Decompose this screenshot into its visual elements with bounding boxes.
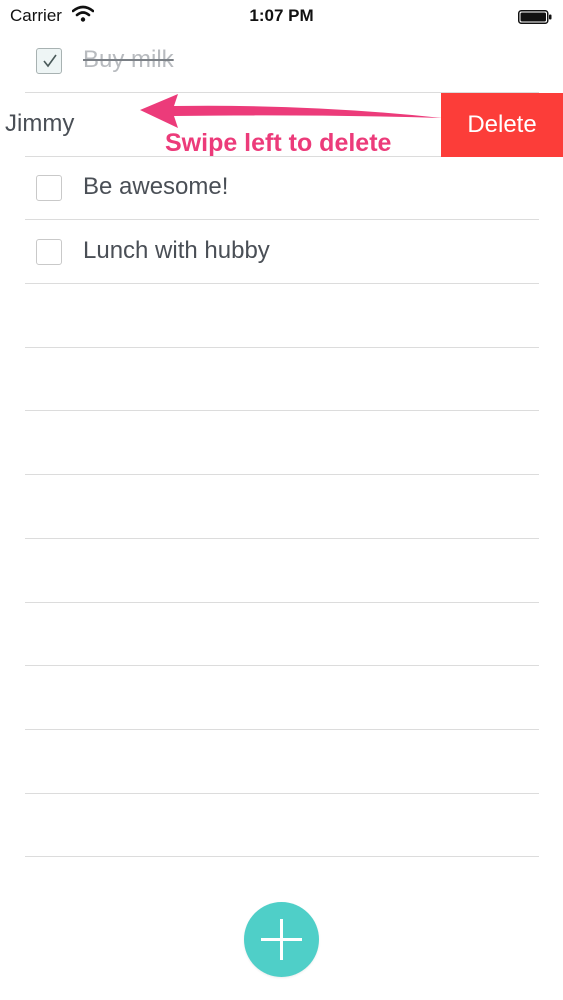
todo-checkbox[interactable] <box>36 175 62 201</box>
todo-label: l Jimmy <box>0 110 75 137</box>
empty-row <box>0 476 563 539</box>
check-icon <box>43 54 57 68</box>
row-divider <box>25 856 539 857</box>
todo-checkbox[interactable] <box>36 239 62 265</box>
row-divider <box>25 665 539 666</box>
row-divider <box>25 410 539 411</box>
status-time: 1:07 PM <box>249 6 314 25</box>
empty-row <box>0 540 563 603</box>
empty-row <box>0 412 563 475</box>
todo-row[interactable]: Be awesome! <box>0 157 563 220</box>
todo-label: Buy milk <box>83 46 174 73</box>
todo-label: Be awesome! <box>83 173 229 200</box>
row-divider <box>25 729 539 730</box>
delete-button[interactable]: Delete <box>441 93 563 157</box>
status-bar: Carrier 1:07 PM <box>0 0 563 32</box>
arrow-left-icon <box>140 94 442 128</box>
empty-row <box>0 731 563 794</box>
swipe-hint: Swipe left to delete <box>165 129 392 157</box>
plus-icon <box>261 919 302 960</box>
todo-label: Lunch with hubby <box>83 237 270 264</box>
empty-row <box>0 794 563 857</box>
row-divider <box>25 283 539 284</box>
empty-row <box>0 285 563 348</box>
todo-row[interactable]: Lunch with hubby <box>0 221 563 284</box>
row-divider <box>25 474 539 475</box>
todo-checkbox[interactable] <box>36 48 62 74</box>
empty-row <box>0 603 563 666</box>
row-divider <box>25 219 539 220</box>
empty-row <box>0 348 563 411</box>
todo-row[interactable]: Buy milk <box>0 30 563 93</box>
battery-icon <box>518 10 552 24</box>
add-todo-button[interactable] <box>244 902 319 977</box>
row-divider <box>25 538 539 539</box>
empty-row <box>0 667 563 730</box>
